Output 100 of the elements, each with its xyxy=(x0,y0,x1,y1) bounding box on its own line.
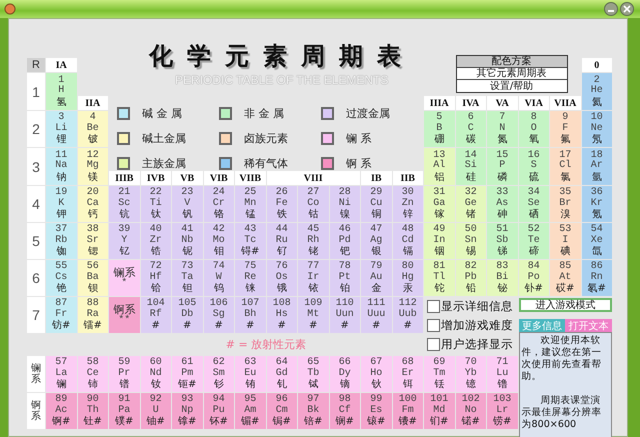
element-tile[interactable]: 47 Ag 银 xyxy=(361,223,392,259)
element-tile[interactable]: 42 Mo 钼 xyxy=(204,223,234,259)
element-tile[interactable]: 46 Pd 钯 xyxy=(330,223,360,259)
element-tile[interactable]: 26 Fe 铁 xyxy=(266,186,297,222)
element-tile[interactable]: 16 S 硫 xyxy=(518,148,549,185)
element-tile[interactable]: 102 No 锘# xyxy=(456,393,486,429)
series-tile[interactable]: 锕系 ** xyxy=(109,297,140,333)
element-tile[interactable]: 21 Sc 钪 xyxy=(109,186,140,222)
element-tile[interactable]: 18 Ar 氩 xyxy=(582,148,612,185)
element-tile[interactable]: 56 Ba 钡 xyxy=(78,260,108,296)
element-tile[interactable]: 27 Co 钴 xyxy=(298,186,328,222)
element-tile[interactable]: 58 Ce 铈 xyxy=(78,356,108,392)
element-tile[interactable]: 3 Li 锂 xyxy=(46,111,76,147)
element-tile[interactable]: 40 Zr 锆 xyxy=(140,223,171,259)
element-tile[interactable]: 71 Lu 镥 xyxy=(487,356,518,392)
element-tile[interactable]: 8 O 氧 xyxy=(518,111,549,147)
element-tile[interactable]: 107 Bh # xyxy=(235,297,266,333)
element-tile[interactable]: 112 Uub # xyxy=(392,297,423,333)
element-tile[interactable]: 99 Es 锿# xyxy=(361,393,392,429)
series-tile[interactable]: 镧系 * xyxy=(109,260,140,296)
element-tile[interactable]: 45 Rh 铑 xyxy=(298,223,328,259)
element-tile[interactable]: 12 Mg 镁 xyxy=(78,148,108,185)
element-tile[interactable]: 43 Tc 锝# xyxy=(235,223,266,259)
element-tile[interactable]: 11 Na 钠 xyxy=(46,148,76,185)
element-tile[interactable]: 77 Ir 铱 xyxy=(298,260,328,296)
element-tile[interactable]: 97 Bk 锫# xyxy=(298,393,328,429)
action-button[interactable]: 进入游戏模式 xyxy=(518,298,612,312)
element-tile[interactable]: 68 Er 铒 xyxy=(392,356,423,392)
element-tile[interactable]: 54 Xe 氙 xyxy=(582,223,612,259)
element-tile[interactable]: 79 Au 金 xyxy=(361,260,392,296)
element-tile[interactable]: 70 Yb 镱 xyxy=(456,356,486,392)
element-tile[interactable]: 104 Rf # xyxy=(140,297,171,333)
element-tile[interactable]: 105 Db # xyxy=(172,297,202,333)
element-tile[interactable]: 6 C 碳 xyxy=(456,111,486,147)
element-tile[interactable]: 52 Te 碲 xyxy=(518,223,549,259)
element-tile[interactable]: 4 Be 铍 xyxy=(78,111,108,147)
element-tile[interactable]: 29 Cu 铜 xyxy=(361,186,392,222)
element-tile[interactable]: 67 Ho 钬 xyxy=(361,356,392,392)
element-tile[interactable]: 35 Br 溴 xyxy=(550,186,580,222)
element-tile[interactable]: 86 Rn 氡# xyxy=(582,260,612,296)
element-tile[interactable]: 73 Ta 钽 xyxy=(172,260,202,296)
close-button[interactable] xyxy=(620,2,634,16)
element-tile[interactable]: 10 Ne 氖 xyxy=(582,111,612,147)
element-tile[interactable]: 82 Pb 铅 xyxy=(456,260,486,296)
element-tile[interactable]: 95 Am 镅# xyxy=(235,393,266,429)
element-tile[interactable]: 74 W 钨 xyxy=(204,260,234,296)
element-tile[interactable]: 7 N 氮 xyxy=(487,111,518,147)
element-tile[interactable]: 22 Ti 钛 xyxy=(140,186,171,222)
element-tile[interactable]: 9 F 氟 xyxy=(550,111,580,147)
element-tile[interactable]: 48 Cd 镉 xyxy=(392,223,423,259)
minimize-button[interactable] xyxy=(604,2,618,16)
element-tile[interactable]: 94 Pu 钚# xyxy=(204,393,234,429)
element-tile[interactable]: 111 Uuu # xyxy=(361,297,392,333)
element-tile[interactable]: 93 Np 镎# xyxy=(172,393,202,429)
element-tile[interactable]: 88 Ra 镭# xyxy=(78,297,108,333)
element-tile[interactable]: 19 K 钾 xyxy=(46,186,76,222)
element-tile[interactable]: 44 Ru 钌 xyxy=(266,223,297,259)
element-tile[interactable]: 69 Tm 铥 xyxy=(424,356,454,392)
element-tile[interactable]: 5 B 硼 xyxy=(424,111,454,147)
element-tile[interactable]: 2 He 氦 xyxy=(582,73,612,110)
element-tile[interactable]: 23 V 钒 xyxy=(172,186,202,222)
element-tile[interactable]: 76 Os 锇 xyxy=(266,260,297,296)
element-tile[interactable]: 109 Mt # xyxy=(298,297,328,333)
element-tile[interactable]: 33 As 砷 xyxy=(487,186,518,222)
element-tile[interactable]: 14 Si 硅 xyxy=(456,148,486,185)
element-tile[interactable]: 57 La 镧 xyxy=(46,356,76,392)
element-tile[interactable]: 24 Cr 铬 xyxy=(204,186,234,222)
option-checkbox[interactable]: 用户选择显示 xyxy=(427,337,518,352)
element-tile[interactable]: 53 I 碘 xyxy=(550,223,580,259)
element-tile[interactable]: 75 Re 铼 xyxy=(235,260,266,296)
element-tile[interactable]: 108 Hs # xyxy=(266,297,297,333)
element-tile[interactable]: 34 Se 硒 xyxy=(518,186,549,222)
element-tile[interactable]: 87 Fr 钫# xyxy=(46,297,76,333)
element-tile[interactable]: 64 Gd 钆 xyxy=(266,356,297,392)
option-checkbox[interactable]: 显示详细信息 xyxy=(427,299,518,314)
element-tile[interactable]: 62 Sm 钐 xyxy=(204,356,234,392)
element-tile[interactable]: 32 Ge 锗 xyxy=(456,186,486,222)
element-tile[interactable]: 78 Pt 铂 xyxy=(330,260,360,296)
element-tile[interactable]: 55 Cs 铯 xyxy=(46,260,76,296)
element-tile[interactable]: 17 Cl 氯 xyxy=(550,148,580,185)
element-tile[interactable]: 98 Cf 锎# xyxy=(330,393,360,429)
element-tile[interactable]: 66 Dy 镝 xyxy=(330,356,360,392)
menu-item[interactable]: 配色方案 xyxy=(456,56,566,68)
element-tile[interactable]: 25 Mn 锰 xyxy=(235,186,266,222)
element-tile[interactable]: 61 Pm 钷# xyxy=(172,356,202,392)
element-tile[interactable]: 41 Nb 铌 xyxy=(172,223,202,259)
element-tile[interactable]: 49 In 铟 xyxy=(424,223,454,259)
element-tile[interactable]: 83 Bi 铋 xyxy=(487,260,518,296)
element-tile[interactable]: 100 Fm 镄# xyxy=(392,393,423,429)
element-tile[interactable]: 13 Al 铝 xyxy=(424,148,454,185)
element-tile[interactable]: 28 Ni 镍 xyxy=(330,186,360,222)
element-tile[interactable]: 38 Sr 锶 xyxy=(78,223,108,259)
element-tile[interactable]: 89 Ac 锕# xyxy=(46,393,76,429)
element-tile[interactable]: 103 Lr 铹# xyxy=(487,393,518,429)
element-tile[interactable]: 60 Nd 钕 xyxy=(140,356,171,392)
element-tile[interactable]: 101 Md 钔# xyxy=(424,393,454,429)
element-tile[interactable]: 90 Th 钍# xyxy=(78,393,108,429)
element-tile[interactable]: 96 Cm 锔# xyxy=(266,393,297,429)
element-tile[interactable]: 51 Sb 锑 xyxy=(487,223,518,259)
element-tile[interactable]: 31 Ga 镓 xyxy=(424,186,454,222)
